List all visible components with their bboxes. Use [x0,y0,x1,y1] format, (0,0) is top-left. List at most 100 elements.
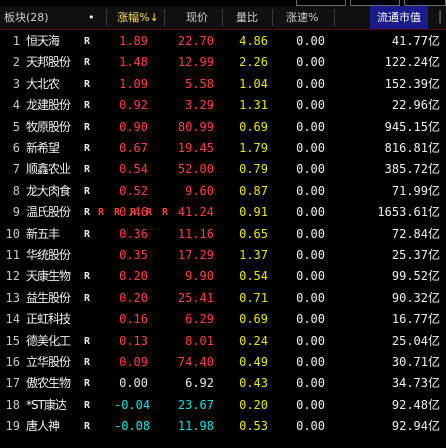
current-price: 25.41 [177,290,214,305]
rise-speed: 0.00 [296,141,325,155]
table-row[interactable]: 5 牧原股份 R 0.90 80.99 0.69 0.00 945.15亿 [0,117,446,138]
float-market-value: 41.77亿 [391,34,440,48]
table-row[interactable]: 6 新希望 R 0.67 19.45 1.79 0.00 816.81亿 [0,138,446,159]
rise-speed: 0.00 [296,419,325,434]
volume-ratio: 1.37 [239,248,268,262]
float-market-value: 16.77亿 [391,312,440,327]
row-number: 2 [12,55,20,70]
row-number: 13 [5,290,20,305]
change-pct: 1.89 [119,34,148,48]
change-pct: 0.52 [119,183,148,198]
table-row[interactable]: 19 唐人神 R -0.08 11.98 0.53 0.00 92.94亿 [0,416,446,437]
col-float-market-value[interactable]: 流通市值 [370,6,428,29]
current-price: 52.00 [177,162,214,177]
current-price: 41.24 [177,205,214,220]
rise-speed: 0.00 [296,355,325,369]
rise-speed: 0.00 [296,162,325,177]
table-row[interactable]: 13 益生股份 R 0.20 25.41 0.71 0.00 90.32亿 [0,288,446,309]
col-change-pct[interactable]: 涨幅%↓ [114,6,162,29]
row-number: 7 [12,162,20,177]
rise-speed: 0.00 [296,205,325,220]
table-row[interactable]: 4 龙建股份 R 0.92 3.29 1.31 0.00 22.96亿 [0,95,446,116]
volume-ratio: 0.79 [239,162,268,177]
col-volume-ratio[interactable]: 量比 [236,6,258,29]
table-row[interactable]: 12 天康生物 R 0.20 9.90 0.54 0.00 99.52亿 [0,266,446,287]
stock-name: 华统股份 [26,248,71,262]
current-price: 12.99 [177,55,214,70]
volume-ratio: 0.20 [239,397,268,412]
table-row[interactable]: 14 正虹科技 0.16 6.29 0.69 0.00 16.77亿 [0,309,446,330]
stock-name: 大北农 [26,76,60,91]
header-separator [334,9,335,26]
table-row[interactable]: 9 温氏股份 R 0.46 41.24 0.91 0.00 1653.61亿 R R R R R [0,202,446,223]
header-separator [272,9,273,26]
margin-mark: R [84,185,91,197]
change-pct: 0.67 [119,141,148,155]
current-price: 6.92 [185,376,214,391]
table-row[interactable]: 7 顺鑫农业 R 0.54 52.00 0.79 0.00 385.72亿 [0,159,446,180]
row-number: 17 [5,376,20,391]
table-row[interactable]: 8 龙大肉食 R 0.52 9.60 0.87 0.00 71.99亿 [0,181,446,202]
change-pct: 0.16 [119,312,148,327]
table-row[interactable]: 11 华统股份 0.35 17.29 1.37 0.00 25.37亿 [0,245,446,266]
float-market-value: 122.24亿 [384,55,440,70]
margin-mark: R [84,78,91,90]
column-header: 板块(28) • 涨幅%↓ 现价 量比 涨速% 流通市值 ▕ [0,6,446,30]
change-pct: 0.20 [119,269,148,284]
volume-ratio: 0.69 [239,312,268,327]
margin-mark: R [84,292,91,304]
table-row[interactable]: 15 德美化工 R 0.13 8.01 0.24 0.00 25.04亿 [0,331,446,352]
current-price: 22.70 [177,34,214,48]
float-market-value: 92.48亿 [391,397,440,412]
table-row[interactable]: 17 傲农生物 R 0.00 6.92 0.43 0.00 34.73亿 [0,373,446,394]
volume-ratio: 0.71 [239,290,268,305]
change-pct: 0.13 [119,333,148,348]
margin-mark: R [84,421,91,433]
change-pct: -0.08 [114,419,151,434]
col-speed[interactable]: 涨速% [286,6,318,29]
change-pct: 1.09 [119,76,148,91]
rise-speed: 0.00 [296,312,325,327]
header-separator [106,9,107,26]
table-row[interactable]: 16 立华股份 R 0.09 74.40 0.49 0.00 30.71亿 [0,352,446,373]
table-row[interactable]: 18 *ST康达 R -0.04 23.67 0.20 0.00 92.48亿 [0,395,446,416]
stock-name: 新五丰 [26,226,60,241]
stock-name: 天邦股份 [26,55,71,70]
volume-ratio: 1.79 [239,141,268,155]
table-row[interactable]: 10 新五丰 R 0.36 11.16 0.65 0.00 72.84亿 [0,224,446,245]
volume-ratio: 0.43 [239,376,268,391]
row-number: 9 [12,205,20,220]
table-row[interactable]: 1 恒天海 R 1.89 22.70 4.86 0.00 41.77亿 [0,31,446,52]
rise-speed: 0.00 [296,333,325,348]
current-price: 6.29 [185,312,214,327]
table-row[interactable]: 2 天邦股份 R 1.48 12.99 2.26 0.00 122.24亿 [0,52,446,73]
extra-mark: R [114,207,121,219]
volume-ratio: 0.49 [239,355,268,369]
current-price: 5.58 [185,76,214,91]
sector-title[interactable]: 板块(28) [4,6,49,29]
float-market-value: 25.04亿 [391,333,440,348]
scrollbar-handle[interactable]: ▕ [432,6,440,29]
volume-ratio: 0.91 [239,205,268,220]
extra-mark: R [98,207,105,219]
stock-name: 天康生物 [26,269,71,284]
stock-name: 龙大肉食 [26,183,71,198]
change-pct: 0.09 [119,355,148,369]
rise-speed: 0.00 [296,183,325,198]
col-price[interactable]: 现价 [186,6,208,29]
float-market-value: 385.72亿 [384,162,440,177]
float-market-value: 71.99亿 [391,183,440,198]
float-market-value: 99.52亿 [391,269,440,284]
rise-speed: 0.00 [296,34,325,48]
volume-ratio: 0.69 [239,119,268,134]
current-price: 9.90 [185,269,214,284]
stock-name: 傲农生物 [26,376,71,391]
margin-mark: R [84,378,91,390]
volume-ratio: 4.86 [239,34,268,48]
margin-mark: R [84,399,91,411]
margin-mark: R [84,207,91,219]
table-row[interactable]: 3 大北农 R 1.09 5.58 1.04 0.00 152.39亿 [0,74,446,95]
float-market-value: 25.37亿 [391,248,440,262]
row-number: 8 [12,183,20,198]
current-price: 19.45 [177,141,214,155]
